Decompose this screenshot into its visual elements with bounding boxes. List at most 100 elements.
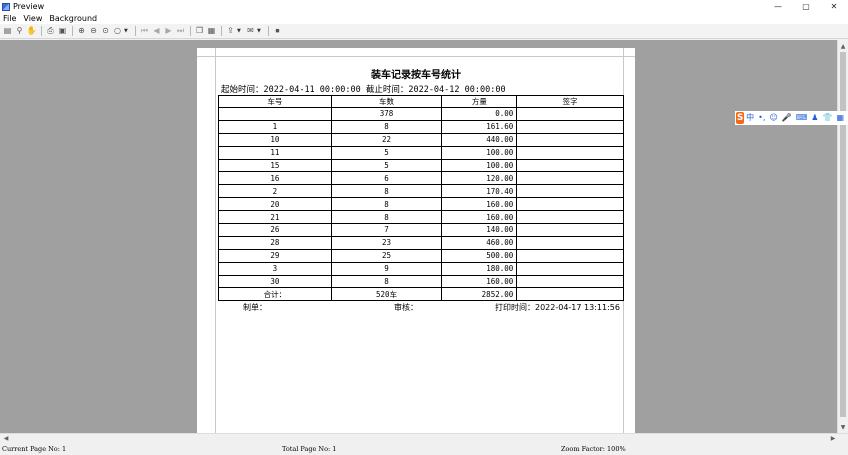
cell-count: 8 xyxy=(330,274,443,289)
ime-skin-icon[interactable]: 👕 xyxy=(822,114,832,122)
cell-vehicle: 1 xyxy=(218,119,332,134)
ime-voice-icon[interactable]: 🎤 xyxy=(782,114,792,122)
table-row: 15 5 100.00 xyxy=(218,158,624,173)
cell-count: 9 xyxy=(330,261,443,276)
cell-volume: 180.00 xyxy=(441,261,518,276)
cell-signature xyxy=(516,132,624,147)
find-icon[interactable]: ⚲ xyxy=(14,26,25,37)
cell-volume: 0.00 xyxy=(441,107,518,121)
table-row: 26 7 140.00 xyxy=(218,223,624,237)
cell-vehicle: 21 xyxy=(218,210,332,225)
table-row: 20 8 160.00 xyxy=(218,197,624,212)
table-row: 1 8 161.60 xyxy=(218,119,624,134)
report-page: 装车记录按车号统计 起始时间：2022-04-11 00:00:00 截止时间：… xyxy=(197,48,635,433)
menu-view[interactable]: View xyxy=(23,14,42,23)
email-dropdown-icon[interactable]: ▼ xyxy=(257,28,263,34)
cell-count: 8 xyxy=(330,210,443,225)
ime-tools-icon[interactable]: ♟ xyxy=(811,114,818,122)
ime-chinese-mode[interactable]: 中 xyxy=(746,114,754,122)
cell-volume: 170.40 xyxy=(441,184,518,199)
ime-keyboard-icon[interactable]: ⌨ xyxy=(796,114,808,122)
prev-page-icon[interactable]: ◀ xyxy=(151,26,162,37)
zoom-icon[interactable]: ○ xyxy=(112,26,123,37)
table-row: 11 5 100.00 xyxy=(218,145,624,160)
cell-volume: 160.00 xyxy=(441,210,518,225)
zoom-in-icon[interactable]: ⊕ xyxy=(76,26,87,37)
app-icon xyxy=(2,2,10,11)
cell-volume: 160.00 xyxy=(441,274,518,289)
cell-vehicle: 2 xyxy=(218,184,332,199)
cell-vehicle: 11 xyxy=(218,145,332,160)
properties-icon[interactable]: ▦ xyxy=(206,26,217,37)
reviewer-label: 审核： xyxy=(394,303,418,312)
cell-vehicle: 16 xyxy=(218,171,332,186)
toolbar-separator xyxy=(72,26,73,36)
cell-vehicle: 3 xyxy=(218,261,332,276)
total-page-status: Total Page No: 1 xyxy=(282,445,337,453)
minimize-button[interactable]: — xyxy=(764,0,792,13)
sogou-logo-icon[interactable]: S xyxy=(736,112,745,124)
window-title: Preview xyxy=(13,2,45,11)
cell-count: 8 xyxy=(330,184,443,199)
cell-volume: 460.00 xyxy=(441,235,518,250)
zoom-dropdown-icon[interactable]: ▼ xyxy=(124,28,130,34)
copy-icon[interactable]: ❐ xyxy=(194,26,205,37)
ime-punctuation-icon[interactable]: •, xyxy=(758,114,765,122)
cell-signature xyxy=(516,158,624,173)
menu-file[interactable]: File xyxy=(3,14,16,23)
page-setup-icon[interactable]: ▤ xyxy=(2,26,13,37)
first-page-icon[interactable]: ⏮ xyxy=(139,26,150,37)
ime-toolbar[interactable]: S 中 •, ☺ 🎤 ⌨ ♟ 👕 ▦ xyxy=(735,111,848,125)
menu-background[interactable]: Background xyxy=(49,14,97,23)
cell-volume: 140.00 xyxy=(441,223,518,237)
cell-signature xyxy=(516,184,624,199)
ime-emoji-icon[interactable]: ☺ xyxy=(769,114,777,122)
zoom-out-icon[interactable]: ⊖ xyxy=(88,26,99,37)
stop-icon[interactable]: ⏹ xyxy=(272,26,283,37)
export-icon[interactable]: ⇪ xyxy=(225,26,236,37)
maximize-button[interactable]: ▢ xyxy=(792,0,820,13)
close-button[interactable]: ✕ xyxy=(820,0,848,13)
cell-count: 23 xyxy=(330,235,443,250)
window-controls: — ▢ ✕ xyxy=(764,0,848,13)
scroll-right-icon[interactable]: ▶ xyxy=(828,434,838,443)
preview-workspace[interactable]: 装车记录按车号统计 起始时间：2022-04-11 00:00:00 截止时间：… xyxy=(0,40,837,433)
cell-vehicle: 20 xyxy=(218,197,332,212)
table-row: 3 9 180.00 xyxy=(218,261,624,276)
cell-signature xyxy=(516,119,624,134)
scroll-left-icon[interactable]: ◀ xyxy=(1,434,11,443)
cell-volume: 160.00 xyxy=(441,197,518,212)
table-row: 16 6 120.00 xyxy=(218,171,624,186)
table-row: 378 0.00 xyxy=(218,107,624,121)
scroll-up-icon[interactable]: ▲ xyxy=(838,41,848,51)
page-margin-top xyxy=(197,56,635,57)
cell-volume: 100.00 xyxy=(441,158,518,173)
report-title: 装车记录按车号统计 xyxy=(371,70,461,81)
print-icon[interactable]: ⎙ xyxy=(45,26,56,37)
toolbar-separator xyxy=(135,26,136,36)
table-total-row: 合计： 520车 2852.00 xyxy=(218,287,624,302)
cell-signature xyxy=(516,261,624,276)
cell-count: 520车 xyxy=(330,287,443,302)
cell-volume: 100.00 xyxy=(441,145,518,160)
cell-vehicle: 28 xyxy=(218,235,332,250)
vertical-scrollbar[interactable]: ▲ ▼ xyxy=(837,40,848,433)
maker-label: 制单： xyxy=(243,303,267,312)
cell-count: 5 xyxy=(330,145,443,160)
ime-menu-icon[interactable]: ▦ xyxy=(836,114,844,122)
scroll-down-icon[interactable]: ▼ xyxy=(838,422,848,432)
print-setup-icon[interactable]: ▣ xyxy=(57,26,68,37)
export-dropdown-icon[interactable]: ▼ xyxy=(237,28,243,34)
zoom-width-icon[interactable]: ⊙ xyxy=(100,26,111,37)
cell-count: 6 xyxy=(330,171,443,186)
next-page-icon[interactable]: ▶ xyxy=(163,26,174,37)
report-date-range: 起始时间：2022-04-11 00:00:00 截止时间：2022-04-12… xyxy=(221,85,506,95)
hand-icon[interactable]: ✋ xyxy=(26,26,37,37)
last-page-icon[interactable]: ⏭ xyxy=(175,26,186,37)
cell-count: 5 xyxy=(330,158,443,173)
horizontal-scrollbar[interactable]: ◀ ▶ xyxy=(0,433,848,443)
cell-vehicle: 10 xyxy=(218,132,332,147)
vertical-scroll-thumb[interactable] xyxy=(840,52,846,417)
email-icon[interactable]: ✉ xyxy=(245,26,256,37)
cell-signature xyxy=(516,248,624,263)
